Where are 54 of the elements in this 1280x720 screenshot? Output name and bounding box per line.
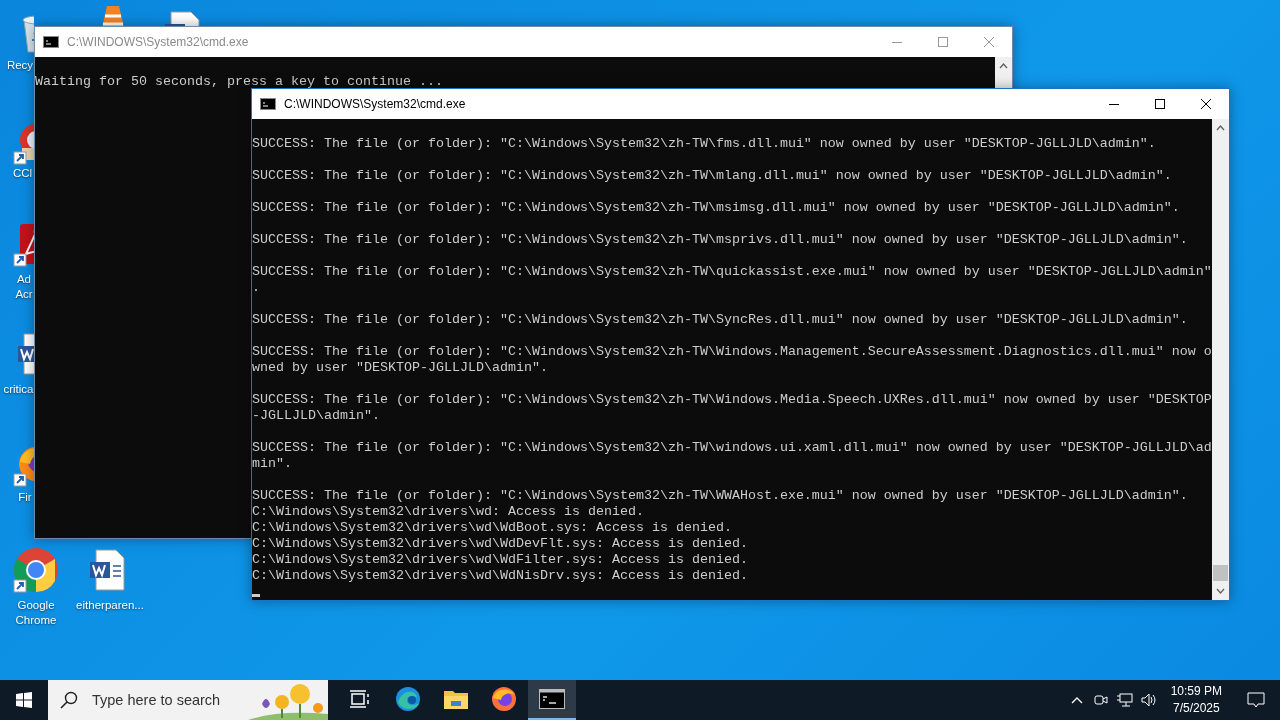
- browser-icon: [395, 686, 421, 712]
- desktop-icon-label: eitherparen...: [75, 598, 145, 613]
- clock[interactable]: 10:59 PM 7/5/2025: [1160, 683, 1232, 717]
- maximize-icon: [1155, 99, 1165, 109]
- windows-logo-icon: [16, 692, 32, 708]
- console-line: SUCCESS: The file (or folder): "C:\Windows\System32\zh-TW\Windows.Media.Speech.UXRes.dll.mui" now owned by user "DESKTOP: [252, 392, 1212, 408]
- console-line: SUCCESS: The file (or folder): "C:\Windows\System32\zh-TW\msprivs.dll.mui" now owned by user "DESKTOP-JGLLJLD\admin".: [252, 232, 1189, 248]
- desktop-icon-label: Ad Acr: [14, 272, 34, 302]
- console-line: C:\Windows\System32\drivers\wd\WdDevFlt.sys: Access is denied.: [252, 536, 749, 552]
- speech-bubble-icon: [1247, 692, 1265, 708]
- folder-icon: [443, 688, 469, 710]
- chevron-up-icon: [1070, 696, 1083, 704]
- terminal-icon: [43, 36, 59, 48]
- window-title: C:\WINDOWS\System32\cmd.exe: [67, 35, 250, 49]
- clock-time: 10:59 PM: [1170, 683, 1222, 700]
- console-line: min".: [252, 456, 293, 472]
- search-icon: [60, 691, 78, 709]
- task-view-icon: [349, 690, 371, 708]
- console-line: C:\Windows\System32\drivers\wd: Access is denied.: [252, 504, 645, 520]
- taskbar-app-button[interactable]: [528, 680, 576, 720]
- desktop-icon-label: CCl: [11, 166, 34, 181]
- scrollbar[interactable]: [995, 57, 1012, 88]
- close-icon: [1201, 99, 1211, 109]
- console-line: SUCCESS: The file (or folder): "C:\Windows\System32\zh-TW\msimsg.dll.mui" now owned by user "DESKTOP-JGLLJLD\admin".: [252, 200, 1181, 216]
- desktop-icon-label: Google Chrome: [14, 598, 58, 628]
- close-icon: [984, 37, 994, 47]
- desktop-icon-label: Fir: [17, 490, 33, 505]
- console-line: .: [252, 280, 261, 296]
- console-line: SUCCESS: The file (or folder): "C:\Windows\System32\zh-TW\mlang.dll.mui" now owned by user "DESKTOP-JGLLJLD\admin".: [252, 168, 1173, 184]
- console-line: SUCCESS: The file (or folder): "C:\Windows\System32\zh-TW\WWAHost.exe.mui" now owned by user "DESKTOP-JGLLJLD\admin".: [252, 488, 1189, 504]
- console-line: C:\Windows\System32\drivers\wd\WdFilter.sys: Access is denied.: [252, 552, 749, 568]
- scroll-thumb[interactable]: [1213, 565, 1228, 581]
- console-line: SUCCESS: The file (or folder): "C:\Windows\System32\zh-TW\SyncRes.dll.mui" now owned by user "DESKTOP-JGLLJLD\admin".: [252, 312, 1189, 328]
- search-input[interactable]: Type here to search: [90, 691, 244, 709]
- console-line: SUCCESS: The file (or folder): "C:\Windows\System32\zh-TW\windows.ui.xaml.dll.mui" now owned by user "DESKTOP-JGLLJLD\ad: [252, 440, 1212, 456]
- scrollbar[interactable]: [1212, 119, 1229, 600]
- desktop-icon-label: Recy: [6, 58, 34, 73]
- console-line: SUCCESS: The file (or folder): "C:\Windows\System32\zh-TW\Windows.Management.SecureAssessment.Diagnostics.dll.mui" now o: [252, 344, 1212, 360]
- browser-icon[interactable]: [12, 546, 60, 594]
- console-line: Waiting for 50 seconds, press a key to continue ...: [35, 74, 444, 90]
- terminal-icon: [539, 689, 565, 709]
- console-line: wned by user "DESKTOP-JGLLJLD\admin".: [252, 360, 549, 376]
- clock-date: 7/5/2025: [1172, 700, 1220, 717]
- terminal-icon: [260, 98, 276, 110]
- console-line: SUCCESS: The file (or folder): "C:\Windows\System32\zh-TW\fms.dll.mui" now owned by user "DESKTOP-JGLLJLD\admin".: [252, 136, 1157, 152]
- fox-globe-icon: [491, 686, 517, 712]
- console-line: SUCCESS: The file (or folder): "C:\Windows\System32\zh-TW\quickassist.exe.mui" now owned by user "DESKTOP-JGLLJLD\admin": [252, 264, 1212, 280]
- window-title: C:\WINDOWS\System32\cmd.exe: [284, 97, 467, 111]
- maximize-icon: [938, 37, 948, 47]
- console-line: C:\Windows\System32\drivers\wd\WdBoot.sys: Access is denied.: [252, 520, 733, 536]
- search-bar[interactable]: Type here to search: [48, 680, 328, 720]
- desktop-icon-label: critica: [3, 382, 34, 397]
- console-line: C:\Windows\System32\drivers\wd\WdNisDrv.sys: Access is denied.: [252, 568, 749, 584]
- console-line: -JGLLJLD\admin".: [252, 408, 381, 424]
